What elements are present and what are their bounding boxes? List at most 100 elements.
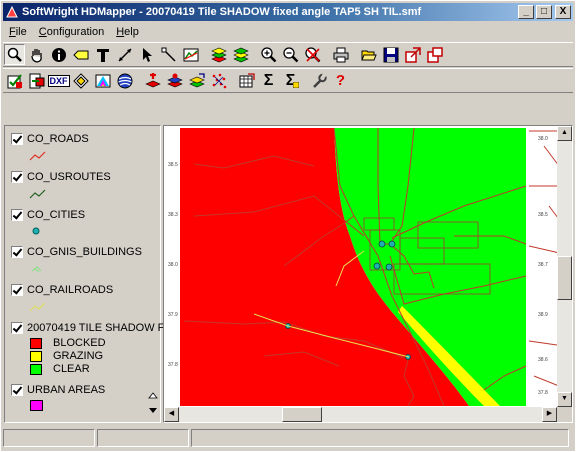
window-icon[interactable] bbox=[424, 44, 445, 65]
layer-checkbox[interactable] bbox=[11, 284, 23, 296]
globe-icon[interactable] bbox=[114, 70, 135, 91]
layer-red-blue-icon[interactable] bbox=[164, 70, 185, 91]
grid-label-left: 37.9 bbox=[168, 312, 178, 318]
layer-stack-icon[interactable] bbox=[208, 44, 229, 65]
layer-urban-areas[interactable]: URBAN AREAS bbox=[11, 384, 105, 396]
label-icon[interactable] bbox=[70, 44, 91, 65]
layer-name: CO_USROUTES bbox=[27, 171, 111, 183]
map-view[interactable]: 38.0 38.5 38.7 38.9 38.6 37.8 38.5 38.3 … bbox=[163, 125, 573, 423]
select-arrow-icon[interactable] bbox=[136, 44, 157, 65]
zoom-window-icon[interactable] bbox=[4, 44, 25, 65]
zoom-full-icon[interactable] bbox=[302, 44, 323, 65]
export-icon[interactable] bbox=[402, 44, 423, 65]
maximize-button[interactable]: □ bbox=[536, 5, 552, 19]
layer-stack-green-icon[interactable] bbox=[230, 44, 251, 65]
import-icon[interactable] bbox=[26, 70, 47, 91]
scatter-points-icon[interactable] bbox=[208, 70, 229, 91]
legend-swatch-grazing bbox=[30, 351, 42, 362]
pan-hand-icon[interactable] bbox=[26, 44, 47, 65]
window-title: SoftWright HDMapper - 20070419 Tile SHAD… bbox=[22, 6, 422, 18]
map-canvas[interactable]: 38.0 38.5 38.7 38.9 38.6 37.8 38.5 38.3 … bbox=[164, 126, 572, 422]
diamond-icon[interactable] bbox=[70, 70, 91, 91]
layer-checkbox[interactable] bbox=[11, 322, 23, 334]
scroll-arrows-icon[interactable] bbox=[148, 392, 158, 416]
layer-yellow-icon[interactable] bbox=[186, 70, 207, 91]
help-label: ? bbox=[335, 72, 346, 89]
add-layer-red-icon[interactable] bbox=[142, 70, 163, 91]
layer-checkbox[interactable] bbox=[11, 246, 23, 258]
help-icon[interactable]: ? bbox=[330, 70, 351, 91]
layer-name: CO_RAILROADS bbox=[27, 284, 114, 296]
check-edit-icon[interactable] bbox=[4, 70, 25, 91]
layer-checkbox[interactable] bbox=[11, 209, 23, 221]
table-grid-icon[interactable] bbox=[236, 70, 257, 91]
layer-name: CO_ROADS bbox=[27, 133, 89, 145]
secondary-toolbar: DXF Σ Σ ? bbox=[3, 68, 573, 93]
layer-co-usroutes[interactable]: CO_USROUTES bbox=[11, 171, 111, 183]
menu-help[interactable]: Help bbox=[110, 26, 145, 38]
layer-co-railroads[interactable]: CO_RAILROADS bbox=[11, 284, 113, 296]
menu-bar: File Configuration Help bbox=[3, 23, 573, 40]
vertical-scrollbar[interactable]: ▲ ▼ bbox=[557, 126, 572, 407]
measure-line-icon[interactable] bbox=[114, 44, 135, 65]
scroll-left-button[interactable]: ◀ bbox=[164, 407, 179, 422]
menu-file[interactable]: File bbox=[3, 26, 33, 38]
layer-checkbox[interactable] bbox=[11, 171, 23, 183]
layer-tile-shadow[interactable]: 20070419 TILE SHADOW F bbox=[11, 322, 164, 334]
grid-label-left: 38.0 bbox=[168, 262, 178, 268]
edit-node-icon[interactable] bbox=[158, 44, 179, 65]
zoom-in-icon[interactable] bbox=[258, 44, 279, 65]
legend-swatch-blocked bbox=[30, 338, 42, 349]
layer-co-roads[interactable]: CO_ROADS bbox=[11, 133, 89, 145]
open-folder-icon[interactable] bbox=[358, 44, 379, 65]
layer-checkbox[interactable] bbox=[11, 384, 23, 396]
status-bar bbox=[3, 429, 573, 449]
layer-co-gnis-buildings[interactable]: CO_GNIS_BUILDINGS bbox=[11, 246, 142, 258]
grid-label-right: 38.6 bbox=[538, 357, 548, 363]
buildings-symbol bbox=[31, 266, 42, 273]
main-toolbar bbox=[3, 42, 573, 67]
cities-point-symbol bbox=[32, 227, 40, 235]
app-icon bbox=[5, 5, 19, 19]
wrench-icon[interactable] bbox=[308, 70, 329, 91]
legend-label-blocked: BLOCKED bbox=[53, 337, 106, 349]
layer-co-cities[interactable]: CO_CITIES bbox=[11, 209, 85, 221]
horizontal-scrollbar[interactable]: ◀ ▶ bbox=[164, 407, 557, 422]
print-icon[interactable] bbox=[330, 44, 351, 65]
dxf-label: DXF bbox=[47, 74, 70, 87]
profile-icon[interactable] bbox=[180, 44, 201, 65]
legend-swatch-clear bbox=[30, 364, 42, 375]
scroll-right-button[interactable]: ▶ bbox=[542, 407, 557, 422]
layer-name: CO_CITIES bbox=[27, 209, 86, 221]
info-icon[interactable] bbox=[48, 44, 69, 65]
layer-name: CO_GNIS_BUILDINGS bbox=[27, 246, 142, 258]
scroll-corner bbox=[557, 407, 572, 422]
menu-configuration[interactable]: Configuration bbox=[33, 26, 110, 38]
minimize-button[interactable]: _ bbox=[518, 5, 534, 19]
save-icon[interactable] bbox=[380, 44, 401, 65]
grid-label-right: 38.7 bbox=[538, 262, 548, 268]
horizontal-scroll-thumb[interactable] bbox=[282, 407, 322, 422]
usroutes-line-symbol bbox=[29, 189, 46, 199]
grid-label-right: 38.0 bbox=[538, 136, 548, 142]
text-tool-icon[interactable] bbox=[92, 44, 113, 65]
roads-line-symbol bbox=[29, 151, 46, 161]
scroll-up-button[interactable]: ▲ bbox=[557, 126, 572, 141]
layer-name: 20070419 TILE SHADOW F bbox=[27, 322, 165, 334]
scroll-down-button[interactable]: ▼ bbox=[557, 392, 572, 407]
status-pane-2 bbox=[97, 429, 189, 447]
urban-areas-swatch bbox=[30, 400, 43, 411]
vertical-scroll-thumb[interactable] bbox=[557, 256, 572, 300]
status-pane-1 bbox=[3, 429, 95, 447]
railroads-line-symbol bbox=[29, 302, 46, 312]
layer-checkbox[interactable] bbox=[11, 133, 23, 145]
close-button[interactable]: X bbox=[555, 5, 571, 19]
zoom-out-icon[interactable] bbox=[280, 44, 301, 65]
sum-label: Σ bbox=[263, 71, 274, 89]
grid-label-right: 38.5 bbox=[538, 212, 548, 218]
sum-plus-icon[interactable]: Σ bbox=[280, 70, 301, 91]
title-bar[interactable]: SoftWright HDMapper - 20070419 Tile SHAD… bbox=[3, 3, 573, 21]
sum-icon[interactable]: Σ bbox=[258, 70, 279, 91]
dxf-icon[interactable]: DXF bbox=[47, 70, 70, 91]
rainbow-icon[interactable] bbox=[92, 70, 113, 91]
